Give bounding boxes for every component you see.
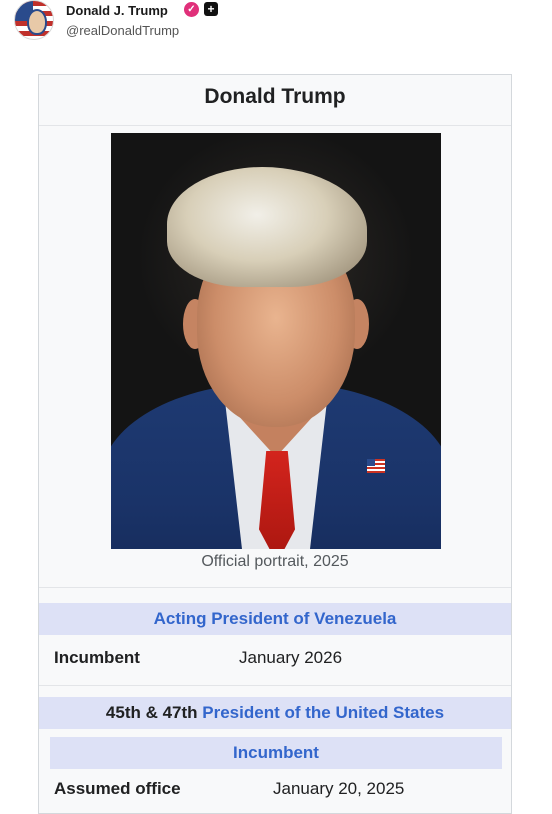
office-link[interactable]: President of the United States xyxy=(202,703,444,722)
assumed-office-label: Assumed office xyxy=(54,779,181,798)
post-header: Donald J. Trump ✓ + @realDonaldTrump xyxy=(14,0,534,44)
office-header: 45th & 47th President of the United Stat… xyxy=(39,697,511,729)
infobox-title: Donald Trump xyxy=(204,85,346,108)
portrait-hair xyxy=(167,167,367,287)
divider xyxy=(39,125,511,126)
assumed-office-date: January 20, 2025 xyxy=(273,779,405,798)
wikipedia-infobox: Donald Trump Official portrait, 2025 Act… xyxy=(38,74,512,814)
display-name[interactable]: Donald J. Trump xyxy=(66,3,168,18)
verified-badge-icon: ✓ xyxy=(184,2,199,17)
user-handle[interactable]: @realDonaldTrump xyxy=(66,23,179,38)
incumbent-label: Incumbent xyxy=(54,648,140,667)
office-ordinal: 45th & 47th xyxy=(105,703,203,722)
avatar[interactable] xyxy=(14,0,54,40)
incumbent-date: January 2026 xyxy=(239,648,343,667)
official-portrait-image[interactable] xyxy=(111,133,441,549)
flag-pin-icon xyxy=(367,459,385,473)
plus-square-icon: + xyxy=(204,2,218,16)
acting-office-header[interactable]: Acting President of Venezuela xyxy=(39,603,511,635)
divider xyxy=(39,587,511,588)
incumbent-band[interactable]: Incumbent xyxy=(50,737,502,769)
portrait-caption: Official portrait, 2025 xyxy=(201,553,349,570)
divider xyxy=(39,685,511,686)
